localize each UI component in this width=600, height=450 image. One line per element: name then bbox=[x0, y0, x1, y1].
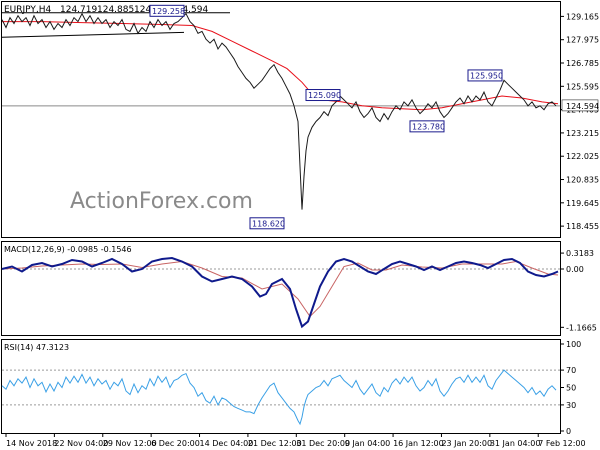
price-y-tick-label: 126.785 bbox=[566, 59, 599, 68]
chart-canvas: EURJPY,H4 124.719 124.885 124.522 124.59… bbox=[0, 0, 600, 450]
time-tick-label: 31 Jan 04:00 bbox=[490, 439, 541, 448]
annotation-label: 125.950 bbox=[470, 71, 503, 80]
time-tick-label: 16 Jan 12:00 bbox=[393, 439, 444, 448]
price-y-tick-label: 120.835 bbox=[566, 176, 599, 185]
time-tick-label: 14 Dec 04:00 bbox=[200, 439, 254, 448]
time-tick-label: 31 Dec 20:00 bbox=[296, 439, 350, 448]
current-price-label: 124.594 bbox=[566, 102, 599, 111]
annotation-label: 129.258 bbox=[152, 7, 185, 16]
time-tick-label: 23 Jan 20:00 bbox=[441, 439, 492, 448]
time-tick-label: 21 Dec 12:00 bbox=[248, 439, 302, 448]
annotation-label: 125.090 bbox=[308, 91, 341, 100]
price-y-tick-label: 123.215 bbox=[566, 129, 599, 138]
symbol-label: EURJPY,H4 bbox=[4, 5, 52, 15]
time-tick-label: 7 Feb 12:00 bbox=[538, 439, 585, 448]
time-tick-label: 6 Dec 20:00 bbox=[151, 439, 200, 448]
rsi-y-tick-label: 70 bbox=[566, 366, 576, 375]
annotation-label: 123.780 bbox=[412, 122, 445, 131]
chart-background bbox=[0, 0, 600, 450]
time-tick-label: 29 Nov 12:00 bbox=[103, 439, 157, 448]
rsi-y-tick-label: 50 bbox=[566, 384, 576, 393]
price-y-tick-label: 129.165 bbox=[566, 12, 599, 21]
price-y-tick-label: 119.645 bbox=[566, 199, 599, 208]
rsi-title: RSI(14) 47.3123 bbox=[4, 343, 69, 352]
macd-y-tick-label: 0.3183 bbox=[566, 249, 594, 258]
watermark: ActionForex.com bbox=[70, 189, 253, 214]
rsi-y-tick-label: 0 bbox=[566, 427, 571, 436]
price-y-tick-label: 118.455 bbox=[566, 222, 599, 231]
time-tick-label: 14 Nov 2018 bbox=[6, 439, 57, 448]
annotation-label: 118.620 bbox=[252, 219, 285, 228]
ohlc-open: 124.719 bbox=[60, 5, 97, 15]
price-y-tick-label: 122.025 bbox=[566, 152, 599, 161]
macd-y-tick-label: 0.00 bbox=[566, 265, 584, 274]
price-y-tick-label: 125.595 bbox=[566, 82, 599, 91]
time-tick-label: 9 Jan 04:00 bbox=[345, 439, 391, 448]
time-tick-label: 22 Nov 04:00 bbox=[54, 439, 108, 448]
rsi-y-tick-label: 30 bbox=[566, 401, 576, 410]
macd-y-tick-label: -1.1665 bbox=[566, 323, 597, 332]
macd-title: MACD(12,26,9) -0.0985 -0.1546 bbox=[4, 245, 132, 254]
price-y-tick-label: 127.975 bbox=[566, 36, 599, 45]
rsi-y-tick-label: 100 bbox=[566, 340, 581, 349]
ohlc-high: 124.885 bbox=[97, 5, 134, 15]
